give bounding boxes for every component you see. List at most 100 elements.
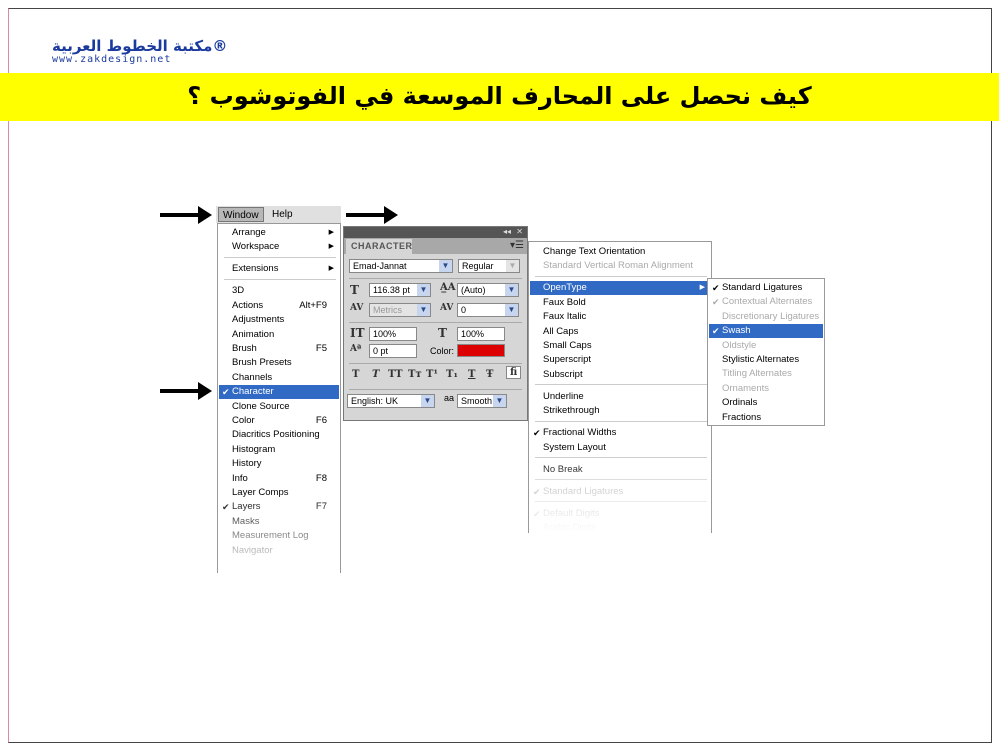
menu-item-brush-presets[interactable]: Brush Presets bbox=[219, 356, 339, 370]
menu-item-fractional-widths[interactable]: Fractional Widths ✔ bbox=[530, 426, 710, 440]
collapse-icon[interactable]: ◂◂ bbox=[503, 227, 511, 236]
style-button[interactable]: T bbox=[372, 369, 379, 380]
menu-item-info[interactable]: Info F8 bbox=[219, 472, 339, 486]
checkmark-icon: ✔ bbox=[712, 326, 720, 337]
kerning-field[interactable]: Metrics ▼ bbox=[369, 303, 431, 317]
menu-item-label: Brush bbox=[232, 343, 257, 354]
font-family-select[interactable]: Emad-Jannat ▼ bbox=[349, 259, 453, 273]
opentype-submenu: Standard Ligatures ✔ Contextual Alternates… bbox=[707, 278, 825, 426]
checkmark-icon: ✔ bbox=[712, 297, 720, 308]
menu-item-superscript[interactable]: Superscript bbox=[530, 353, 710, 367]
menu-item-label: Ordinals bbox=[722, 397, 758, 409]
menu-item-all-caps[interactable]: All Caps bbox=[530, 325, 710, 339]
menu-item-label: Workspace bbox=[232, 241, 280, 253]
horizontal-scale-icon: T bbox=[438, 326, 447, 340]
menu-item-channels[interactable]: Channels bbox=[219, 371, 339, 385]
menu-item-label: Actions bbox=[232, 299, 264, 311]
menu-item-label: Underline bbox=[543, 390, 584, 402]
menu-item-histogram[interactable]: Histogram bbox=[219, 443, 339, 457]
menu-item-label: Diacritics Positioning bbox=[232, 429, 320, 441]
menu-item-label: Small Caps bbox=[543, 340, 592, 351]
menu-item-opentype[interactable]: OpenType ▶ bbox=[530, 281, 710, 296]
menu-item-character[interactable]: Character ✔ bbox=[219, 385, 339, 400]
horizontal-scale-field[interactable]: 100% bbox=[457, 327, 505, 341]
menu-item-diacritics-positioning[interactable]: Diacritics Positioning bbox=[219, 428, 339, 442]
submenu-arrow-icon: ▶ bbox=[328, 243, 334, 251]
tracking-field[interactable]: 0 ▼ bbox=[457, 303, 519, 317]
font-style-select[interactable]: Regular ▼ bbox=[458, 259, 520, 273]
panel-menu-icon[interactable]: ▾☰ bbox=[510, 240, 524, 251]
menu-bar: Window Help bbox=[216, 206, 341, 223]
style-button[interactable]: T₁ bbox=[446, 369, 458, 380]
menu-item-stylistic-alternates[interactable]: Stylistic Alternates bbox=[709, 353, 823, 367]
menu-item-3d[interactable]: 3D bbox=[219, 284, 339, 298]
menu-item-faux-italic[interactable]: Faux Italic bbox=[530, 310, 710, 324]
menu-item-extensions[interactable]: Extensions ▶ bbox=[219, 262, 339, 276]
vertical-scale-icon: IT bbox=[350, 326, 365, 340]
menu-item-label: Ornaments bbox=[722, 382, 769, 394]
menu-item-label: Discretionary Ligatures bbox=[722, 310, 820, 322]
baseline-shift-field[interactable]: 0 pt bbox=[369, 344, 417, 358]
menu-item-fractions[interactable]: Fractions bbox=[709, 411, 823, 425]
language-select[interactable]: English: UK ▼ bbox=[347, 394, 435, 408]
style-button[interactable]: Ŧ bbox=[486, 369, 493, 380]
menu-item-label: OpenType bbox=[543, 282, 587, 294]
style-button[interactable]: Tт bbox=[408, 369, 422, 380]
menu-item-label: Brush Presets bbox=[232, 357, 292, 369]
menu-item-underline[interactable]: Underline bbox=[530, 390, 710, 404]
window-menu: Arrange ▶ Workspace ▶ Extensions ▶ 3D Actions Al… bbox=[217, 223, 341, 573]
baseline-shift-icon: Aª bbox=[350, 344, 362, 354]
menu-item-label: Faux Bold bbox=[543, 296, 586, 308]
menu-item-label: Subscript bbox=[543, 368, 583, 380]
character-panel: ◂◂ ✕ CHARACTER ▾☰ Emad-Jannat ▼ Regular ▼ … bbox=[343, 226, 528, 421]
style-button[interactable]: T bbox=[352, 369, 359, 380]
menu-item-workspace[interactable]: Workspace ▶ bbox=[219, 240, 339, 254]
style-button[interactable]: fi bbox=[506, 366, 522, 379]
menu-item-standard-ligatures[interactable]: Standard Ligatures ✔ bbox=[709, 281, 823, 295]
arrow-right-icon bbox=[160, 382, 212, 400]
checkmark-icon: ✔ bbox=[222, 387, 230, 398]
menu-separator bbox=[535, 275, 707, 277]
menu-item-label: Faux Italic bbox=[543, 311, 587, 323]
tab-character[interactable]: CHARACTER bbox=[346, 239, 412, 254]
menu-item-contextual-alternates: Contextual Alternates ✔ bbox=[709, 295, 823, 309]
menu-item-subscript[interactable]: Subscript bbox=[530, 368, 710, 382]
menu-item-change-text-orientation[interactable]: Change Text Orientation bbox=[530, 245, 710, 259]
menu-item-label: Color bbox=[232, 415, 255, 426]
menu-item-label: Info bbox=[232, 472, 248, 484]
menu-item-strikethrough[interactable]: Strikethrough bbox=[530, 404, 710, 418]
style-button[interactable]: T bbox=[468, 369, 475, 380]
style-button[interactable]: TT bbox=[388, 369, 403, 380]
font-size-field[interactable]: 116.38 pt ▼ bbox=[369, 283, 431, 297]
menu-item-ordinals[interactable]: Ordinals bbox=[709, 396, 823, 410]
logo: مكتبة الخطوط العربية® www.zakdesign.net bbox=[52, 37, 228, 65]
style-button[interactable]: T¹ bbox=[426, 369, 438, 380]
menu-item-faux-bold[interactable]: Faux Bold bbox=[530, 296, 710, 310]
arrow-right-icon bbox=[346, 206, 398, 224]
menu-item-label: Fractions bbox=[722, 411, 762, 423]
menu-item-arrange[interactable]: Arrange ▶ bbox=[219, 226, 339, 240]
menu-item-small-caps[interactable]: Small Caps bbox=[530, 339, 710, 353]
menu-item-color[interactable]: Color F6 bbox=[219, 414, 339, 428]
menu-item-swash[interactable]: Swash ✔ bbox=[709, 324, 823, 339]
menu-item-actions[interactable]: Actions Alt+F9 bbox=[219, 299, 339, 313]
vertical-scale-field[interactable]: 100% bbox=[369, 327, 417, 341]
color-swatch[interactable] bbox=[457, 344, 505, 357]
menu-help[interactable]: Help bbox=[268, 207, 297, 222]
tracking-icon: AV bbox=[440, 303, 454, 313]
menu-separator bbox=[535, 384, 707, 386]
menu-item-ornaments: Ornaments bbox=[709, 382, 823, 396]
leading-field[interactable]: (Auto) ▼ bbox=[457, 283, 519, 297]
menu-item-history[interactable]: History bbox=[219, 457, 339, 471]
menu-item-brush[interactable]: Brush F5 bbox=[219, 342, 339, 356]
menu-separator bbox=[224, 278, 336, 280]
menu-item-animation[interactable]: Animation bbox=[219, 328, 339, 342]
close-icon[interactable]: ✕ bbox=[516, 227, 523, 236]
menu-item-clone-source[interactable]: Clone Source bbox=[219, 400, 339, 414]
panel-flyout-menu: Change Text Orientation Standard Vertical… bbox=[528, 241, 712, 533]
menu-window[interactable]: Window bbox=[218, 207, 264, 222]
antialias-select[interactable]: Smooth ▼ bbox=[457, 394, 507, 408]
menu-item-label: Stylistic Alternates bbox=[722, 354, 800, 365]
menu-item-adjustments[interactable]: Adjustments bbox=[219, 313, 339, 327]
font-size-icon: T bbox=[350, 283, 359, 297]
